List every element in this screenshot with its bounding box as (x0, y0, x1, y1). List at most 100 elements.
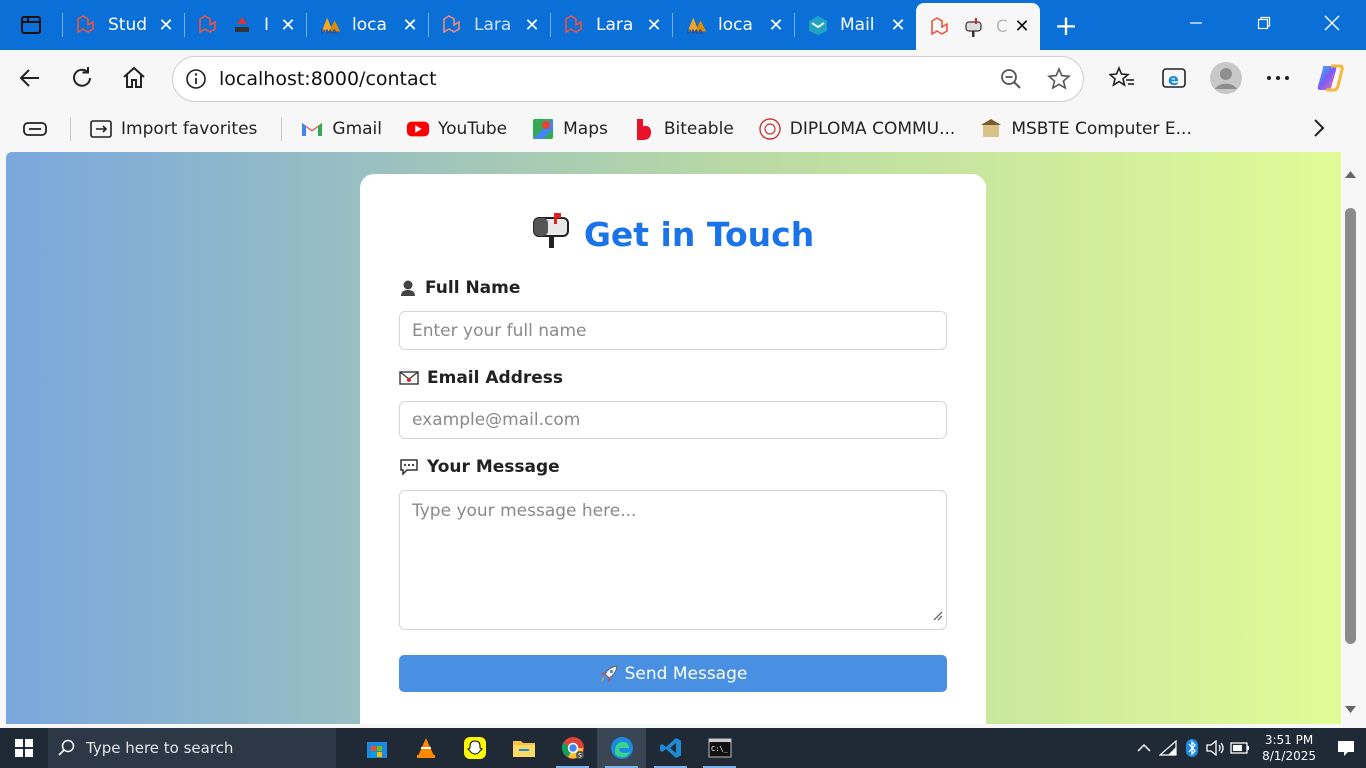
upload-icon (230, 13, 254, 37)
favorite-maps[interactable]: Maps (531, 117, 608, 141)
favorites-button[interactable] (1096, 58, 1148, 98)
taskbar-file-explorer[interactable] (499, 728, 548, 768)
close-window-button[interactable] (1298, 0, 1366, 46)
taskbar-edge[interactable] (597, 728, 646, 768)
college-icon (758, 117, 782, 141)
browser-tab[interactable]: Lara ✕ (428, 3, 550, 47)
zoom-icon[interactable] (987, 67, 1035, 91)
full-name-input[interactable]: Enter your full name (399, 311, 947, 350)
avatar-icon (1210, 62, 1242, 94)
favorite-biteable[interactable]: Biteable (632, 117, 734, 141)
minimize-button[interactable] (1162, 0, 1230, 46)
vlc-icon (416, 738, 435, 758)
clock-date: 8/1/2025 (1262, 749, 1316, 763)
close-icon[interactable]: ✕ (766, 15, 786, 36)
close-icon[interactable]: ✕ (522, 15, 542, 36)
scrollbar-thumb[interactable] (1345, 208, 1356, 644)
browser-tab[interactable]: I ✕ (184, 3, 306, 47)
bluetooth-icon[interactable] (1180, 739, 1204, 757)
favorite-gmail[interactable]: Gmail (300, 117, 382, 141)
clock-time: 3:51 PM (1264, 733, 1314, 747)
refresh-button[interactable] (56, 58, 108, 98)
taskbar-chrome[interactable]: S (548, 728, 597, 768)
laravel-icon (928, 15, 952, 39)
chevron-right-icon[interactable] (1312, 117, 1326, 144)
wifi-icon[interactable] (1156, 740, 1180, 756)
favorites-icon (1109, 66, 1134, 87)
close-icon[interactable]: ✕ (400, 15, 420, 36)
laravel-icon (74, 13, 98, 37)
maps-icon (531, 117, 555, 141)
profile-button[interactable] (1200, 58, 1252, 98)
laravel-icon (440, 13, 464, 37)
tab-actions-button[interactable] (0, 0, 62, 50)
ie-mode-button[interactable]: e (1148, 58, 1200, 98)
more-menu-button[interactable] (1252, 58, 1304, 98)
home-button[interactable] (108, 58, 160, 98)
chrome-icon: S (561, 737, 584, 760)
start-button[interactable] (0, 728, 48, 768)
address-bar[interactable]: localhost:8000/contact (172, 56, 1084, 102)
page-scrollbar[interactable] (1341, 152, 1360, 724)
close-icon[interactable]: ✕ (156, 15, 176, 36)
favorites-separator (70, 117, 71, 141)
resize-handle-icon[interactable] (933, 606, 943, 626)
refresh-icon (73, 67, 91, 87)
name-label: Full Name (399, 278, 520, 298)
taskbar-snapchat[interactable] (450, 728, 499, 768)
notifications-icon[interactable] (1326, 739, 1366, 757)
site-info-icon[interactable] (173, 68, 219, 90)
browser-tab[interactable]: Stud ✕ (62, 3, 184, 47)
send-message-label: Send Message (624, 663, 748, 684)
scroll-down-icon[interactable] (1344, 700, 1357, 719)
taskbar-store[interactable] (352, 728, 401, 768)
mailbox-icon (532, 210, 572, 258)
volume-icon[interactable] (1204, 740, 1228, 756)
favorites-separator (281, 117, 283, 141)
favorite-msbte[interactable]: MSBTE Computer E... (979, 117, 1192, 141)
contact-form-card: Get in Touch Full Name Enter your full n… (360, 174, 986, 724)
collections-icon[interactable] (22, 119, 48, 139)
close-icon[interactable]: ✕ (888, 15, 908, 36)
maximize-button[interactable] (1230, 0, 1298, 46)
browser-tab-active[interactable]: C ✕ (916, 3, 1040, 50)
laravel-icon (196, 13, 220, 37)
taskbar-apps: S C:\_ (340, 728, 744, 768)
browser-tab[interactable]: Lara ✕ (550, 3, 672, 47)
copilot-button[interactable] (1304, 58, 1356, 98)
browser-tab[interactable]: PMA loca ✕ (306, 3, 428, 47)
favorite-diploma[interactable]: DIPLOMA COMMU... (758, 117, 956, 141)
close-icon[interactable]: ✕ (644, 15, 664, 36)
message-label: Your Message (399, 457, 560, 477)
tab-title: Lara (596, 15, 634, 35)
chevron-up-icon[interactable] (1132, 743, 1156, 753)
taskbar-vscode[interactable] (646, 728, 695, 768)
close-icon[interactable]: ✕ (1012, 16, 1032, 37)
scroll-up-icon[interactable] (1344, 164, 1357, 183)
taskbar-search[interactable]: Type here to search (48, 728, 336, 768)
email-input[interactable]: example@mail.com (399, 401, 947, 439)
search-icon (48, 739, 86, 757)
battery-icon[interactable] (1228, 742, 1252, 754)
home-icon (123, 66, 145, 88)
message-placeholder: Type your message here... (412, 501, 637, 521)
close-icon[interactable]: ✕ (278, 15, 298, 36)
favorite-star-icon[interactable] (1035, 67, 1083, 91)
tab-title: Lara (474, 15, 512, 35)
system-clock[interactable]: 3:51 PM 8/1/2025 (1262, 732, 1316, 764)
message-label-text: Your Message (427, 457, 560, 477)
new-tab-button[interactable]: + (1040, 3, 1092, 47)
snapchat-icon (463, 737, 486, 759)
favorite-label: DIPLOMA COMMU... (789, 119, 956, 139)
favorite-import[interactable]: Import favorites (89, 117, 257, 141)
taskbar-terminal[interactable]: C:\_ (695, 728, 744, 768)
browser-tab[interactable]: Mail ✕ (794, 3, 916, 47)
favorite-youtube[interactable]: YouTube (406, 117, 507, 141)
send-message-button[interactable]: Send Message (399, 655, 947, 692)
browser-tab[interactable]: PMA loca ✕ (672, 3, 794, 47)
url-text[interactable]: localhost:8000/contact (219, 68, 987, 90)
taskbar-vlc[interactable] (401, 728, 450, 768)
message-textarea[interactable]: Type your message here... (399, 490, 947, 630)
form-title: Get in Touch (583, 214, 815, 254)
back-button[interactable] (4, 58, 56, 98)
